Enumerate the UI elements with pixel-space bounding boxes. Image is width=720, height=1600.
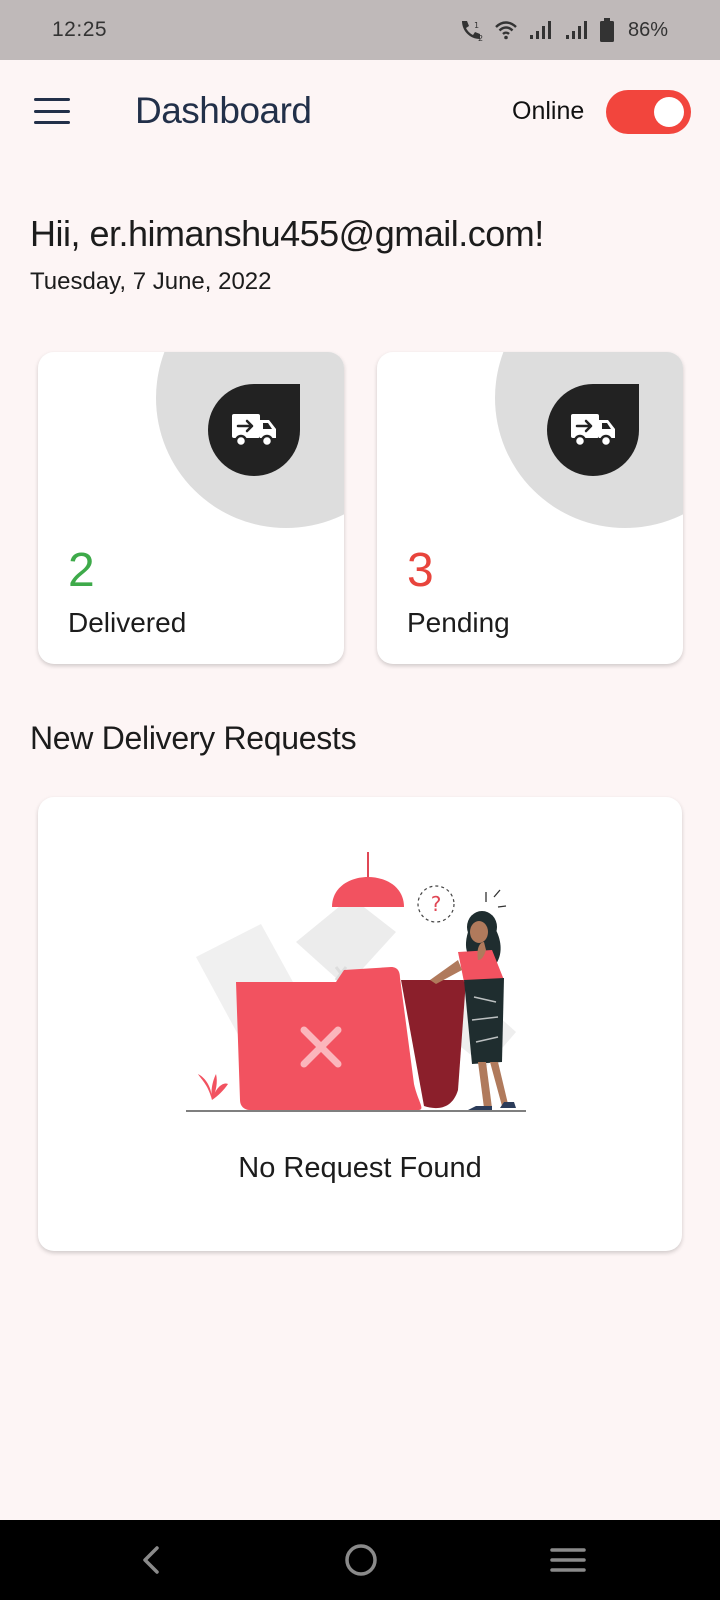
toggle-knob — [654, 97, 684, 127]
status-icons: 12 86% — [458, 18, 668, 42]
svg-text:2: 2 — [478, 34, 483, 42]
svg-text:1: 1 — [474, 21, 479, 30]
pending-label: Pending — [407, 607, 510, 638]
battery-percent: 86% — [627, 18, 668, 41]
delivery-truck-icon — [208, 384, 300, 476]
status-time: 12:25 — [52, 18, 108, 41]
signal-icon — [528, 19, 554, 41]
delivery-requests-card: ? No Request Found — [38, 797, 682, 1251]
pending-card[interactable]: 3 Pending — [377, 352, 683, 664]
online-label: Online — [512, 97, 585, 125]
page-title: Dashboard — [135, 90, 312, 131]
delivered-label: Delivered — [68, 607, 187, 638]
online-toggle[interactable] — [606, 90, 691, 134]
current-date: Tuesday, 7 June, 2022 — [30, 268, 272, 295]
app-bar: Dashboard Online — [0, 60, 720, 165]
empty-folder-illustration: ? — [186, 852, 546, 1122]
pending-count: 3 — [407, 544, 434, 597]
signal-icon — [564, 19, 590, 41]
call-icon: 12 — [458, 18, 484, 42]
wifi-icon — [494, 19, 518, 41]
delivered-count: 2 — [68, 544, 95, 597]
back-icon[interactable] — [133, 1540, 173, 1580]
delivery-truck-icon — [547, 384, 639, 476]
battery-icon — [599, 18, 614, 42]
greeting-text: Hii, er.himanshu455@gmail.com! — [30, 213, 544, 254]
section-title: New Delivery Requests — [30, 720, 357, 756]
system-nav-bar — [0, 1520, 720, 1600]
home-icon[interactable] — [341, 1540, 381, 1580]
status-bar: 12:25 12 86% — [0, 0, 720, 60]
svg-text:?: ? — [431, 892, 442, 916]
empty-state-text: No Request Found — [238, 1152, 482, 1184]
recents-icon[interactable] — [548, 1540, 588, 1580]
delivered-card[interactable]: 2 Delivered — [38, 352, 344, 664]
menu-icon[interactable] — [34, 98, 70, 124]
